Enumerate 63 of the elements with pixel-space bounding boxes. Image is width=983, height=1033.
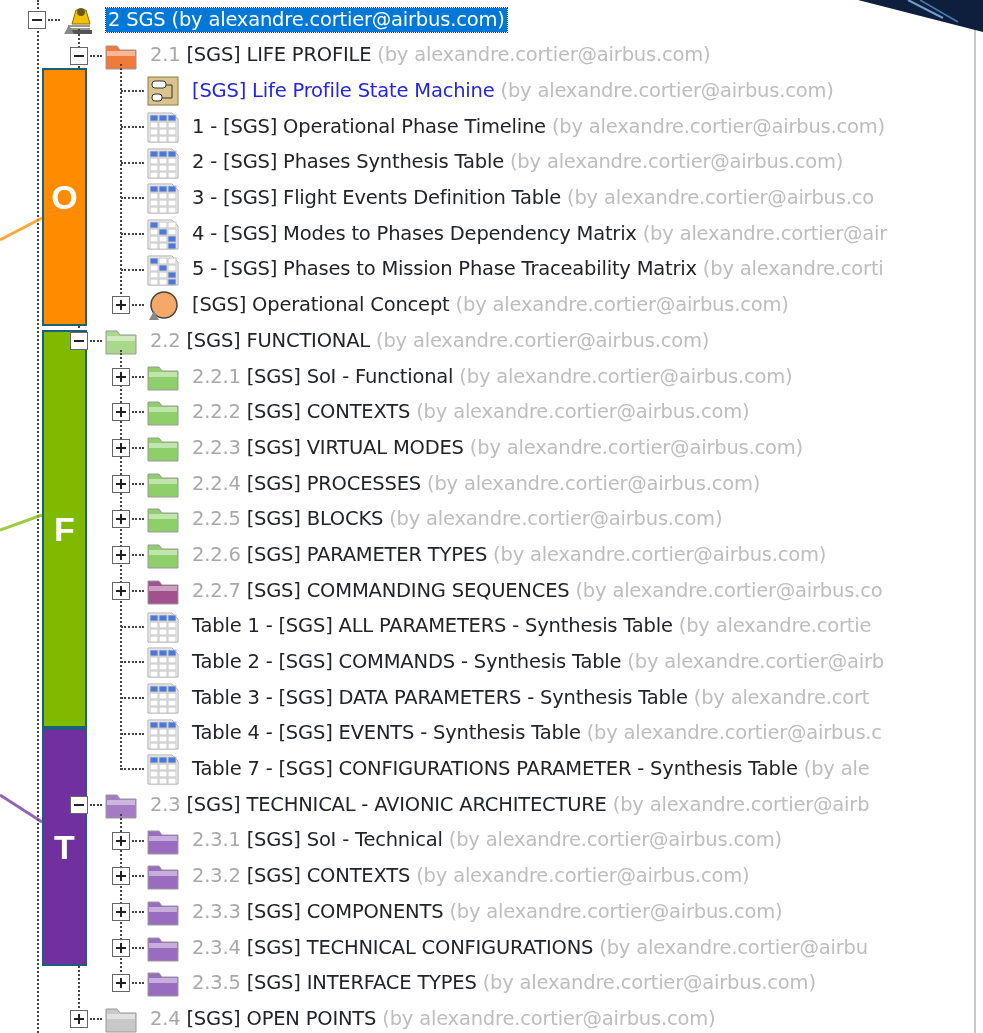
tree-item[interactable]: 3 - [SGS] Flight Events Definition Table (by alexandre.cortier@airbus.co xyxy=(190,186,876,211)
expander-toggle[interactable] xyxy=(112,903,130,922)
expander-toggle[interactable] xyxy=(112,296,130,315)
tree-item[interactable]: 2 - [SGS] Phases Synthesis Table (by alexandre.cortier@airbus.com) xyxy=(190,150,846,175)
expander-toggle[interactable] xyxy=(112,474,130,493)
tree-item[interactable]: 2.2 [SGS] FUNCTIONAL (by alexandre.cortier@airbus.com) xyxy=(148,328,712,354)
tree-item[interactable]: 5 - [SGS] Phases to Mission Phase Traceability Matrix (by alexandre.corti xyxy=(190,257,886,282)
tree-item[interactable]: 2 SGS (by alexandre.cortier@airbus.com) xyxy=(106,7,507,33)
tree-item[interactable]: 2.2.2 [SGS] CONTEXTS (by alexandre.cortier@airbus.com) xyxy=(190,400,752,425)
tree-item[interactable]: 2.2.1 [SGS] SoI - Functional (by alexandre.cortier@airbus.com) xyxy=(190,364,795,389)
tree-item[interactable]: Table 4 - [SGS] EVENTS - Synthesis Table (by alexandre.cortier@airbus.c xyxy=(190,721,884,746)
tree-item[interactable]: Table 1 - [SGS] ALL PARAMETERS - Synthesis Table (by alexandre.cortie xyxy=(190,614,874,639)
connector-line xyxy=(0,216,43,242)
circle-icon xyxy=(146,289,180,322)
tree-item[interactable]: Table 3 - [SGS] DATA PARAMETERS - Synthesis Table (by alexandre.cort xyxy=(190,685,872,711)
expander-toggle[interactable] xyxy=(112,439,130,458)
connector-line xyxy=(0,793,43,824)
expander-toggle[interactable] xyxy=(112,403,130,422)
phase-bar: F xyxy=(42,330,87,728)
matrix-icon xyxy=(146,217,180,250)
tree-item[interactable]: 2.4 [SGS] OPEN POINTS (by alexandre.cortier@airbus.com) xyxy=(148,1006,718,1032)
tree-item[interactable]: 2.3 [SGS] TECHNICAL - AVIONIC ARCHITECTURE (by alexandre.cortier@airb xyxy=(148,792,872,818)
tree-item[interactable]: 2.2.3 [SGS] VIRTUAL MODES (by alexandre.cortier@airbus.com) xyxy=(190,435,805,461)
expander-toggle[interactable] xyxy=(70,46,88,65)
tree-item[interactable]: Table 2 - [SGS] COMMANDS - Synthesis Table (by alexandre.cortier@airb xyxy=(190,650,886,675)
diagram-icon xyxy=(146,75,180,108)
table-icon xyxy=(146,610,180,643)
tree-item[interactable]: 2.3.5 [SGS] INTERFACE TYPES (by alexandre.cortier@airbus.com) xyxy=(190,971,818,996)
tree-item[interactable]: 2.3.2 [SGS] CONTEXTS (by alexandre.cortier@airbus.com) xyxy=(190,864,752,889)
tree-item[interactable]: 2.2.7 [SGS] COMMANDING SEQUENCES (by alexandre.cortier@airbus.co xyxy=(190,578,885,604)
tree-item[interactable]: 2.2.5 [SGS] BLOCKS (by alexandre.cortier@airbus.com) xyxy=(190,507,725,532)
expander-toggle[interactable] xyxy=(112,581,130,600)
table-icon xyxy=(146,646,180,679)
expander-toggle[interactable] xyxy=(112,938,130,957)
matrix-icon xyxy=(146,253,180,286)
connector-line xyxy=(0,513,43,532)
tree-item[interactable]: 2.3.4 [SGS] TECHNICAL CONFIGURATIONS (by alexandre.cortier@airbu xyxy=(190,935,870,960)
tree-item[interactable]: [SGS] Life Profile State Machine (by alexandre.cortier@airbus.com) xyxy=(190,79,836,104)
tree-item[interactable]: 2.3.1 [SGS] SoI - Technical (by alexandre.cortier@airbus.com) xyxy=(190,828,784,853)
expander-toggle[interactable] xyxy=(112,546,130,565)
expander-toggle[interactable] xyxy=(112,367,130,386)
table-icon xyxy=(146,146,180,179)
table-icon xyxy=(146,110,180,143)
table-icon xyxy=(146,717,180,750)
expander-toggle[interactable] xyxy=(70,332,88,351)
tree-item[interactable]: 2.2.4 [SGS] PROCESSES (by alexandre.cortier@airbus.com) xyxy=(190,471,763,496)
tree-item[interactable]: 4 - [SGS] Modes to Phases Dependency Matrix (by alexandre.cortier@air xyxy=(190,221,890,247)
table-icon xyxy=(146,681,180,714)
tree-item[interactable]: [SGS] Operational Concept (by alexandre.cortier@airbus.com) xyxy=(190,293,791,318)
expander-toggle[interactable] xyxy=(112,831,130,850)
tree-item[interactable]: 2.2.6 [SGS] PARAMETER TYPES (by alexandre.cortier@airbus.com) xyxy=(190,542,829,568)
expander-toggle[interactable] xyxy=(112,867,130,886)
expander-toggle[interactable] xyxy=(70,1010,88,1029)
expander-toggle[interactable] xyxy=(112,974,130,993)
tree-item[interactable]: 2.3.3 [SGS] COMPONENTS (by alexandre.cortier@airbus.com) xyxy=(190,899,785,925)
expander-toggle[interactable] xyxy=(112,510,130,529)
phase-bar: O xyxy=(42,68,87,326)
expander-toggle[interactable] xyxy=(28,10,46,29)
tree-item[interactable]: Table 7 - [SGS] CONFIGURATIONS PARAMETER - Synthesis Table (by ale xyxy=(190,757,872,782)
table-icon xyxy=(146,182,180,215)
tree-item[interactable]: 2.1 [SGS] LIFE PROFILE (by alexandre.cortier@airbus.com) xyxy=(148,43,713,68)
tree-item[interactable]: 1 - [SGS] Operational Phase Timeline (by alexandre.cortier@airbus.com) xyxy=(190,114,887,140)
table-icon xyxy=(146,753,180,786)
